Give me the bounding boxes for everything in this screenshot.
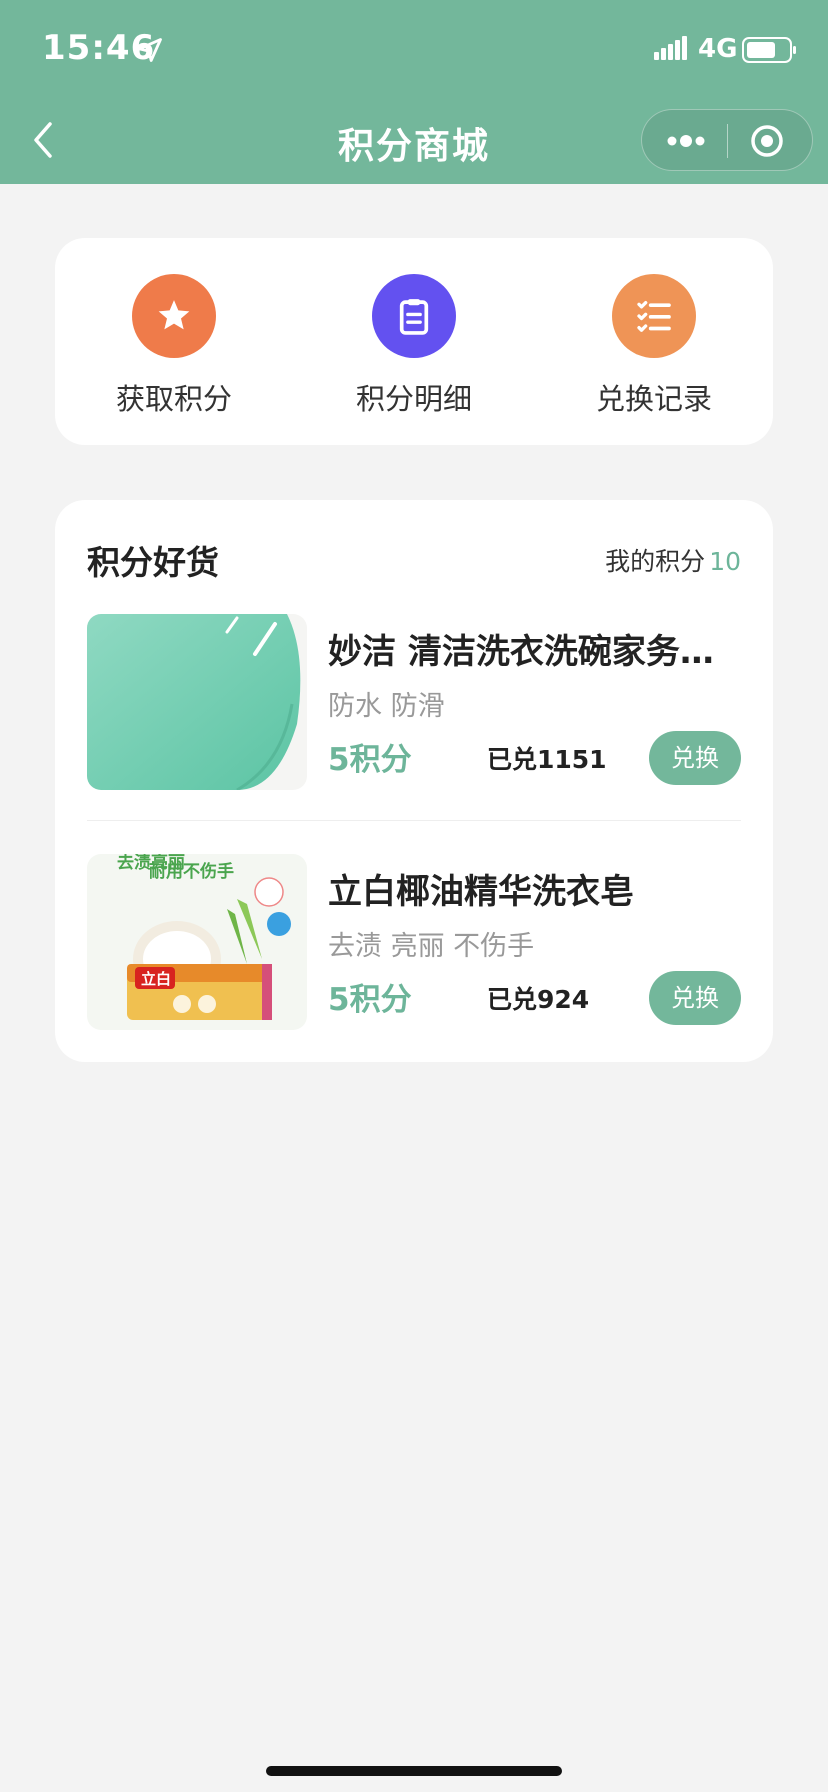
product-price: 5积分 [328,982,412,1018]
network-label: 4G [698,34,738,64]
signal-icon [654,36,687,60]
quick-actions-card: 获取积分 积分明细 兑换记录 [55,238,773,445]
product-name: 立白椰油精华洗衣皂 [328,872,634,912]
my-points-value: 10 [709,547,741,576]
action-points-detail[interactable]: 积分明细 [314,274,514,418]
exchange-button[interactable]: 兑换 [649,971,741,1025]
product-tags: 防水 防滑 [328,691,445,722]
product-price: 5积分 [328,742,412,778]
product-sold-count: 已兑1151 [487,745,607,774]
checklist-icon [612,274,696,358]
section-title: 积分好货 [87,543,219,582]
battery-icon [742,37,796,63]
product-image-gloves [87,614,307,790]
soap-image-slogan: 耐用不伤手 [149,861,234,882]
miniprogram-capsule [641,109,813,171]
product-tags: 去渍 亮丽 不伤手 [328,931,535,962]
item-divider [87,820,741,821]
close-target-icon[interactable] [749,123,785,159]
action-get-points[interactable]: 获取积分 [74,274,274,418]
action-exchange-records[interactable]: 兑换记录 [554,274,754,418]
my-points-label: 我的积分 [605,547,706,576]
my-points[interactable]: 我的积分 10 [605,542,741,578]
top-header: 15:46 4G 积分商城 [0,0,828,184]
clipboard-icon [372,274,456,358]
product-name: 妙洁 清洁洗衣洗碗家务… [328,632,714,672]
more-dots-icon[interactable] [664,127,708,155]
location-arrow-icon [138,38,162,62]
home-indicator [266,1766,562,1776]
soap-image-brand: 立白 [141,970,171,988]
status-bar: 15:46 4G [0,0,828,100]
points-goods-card: 积分好货 我的积分 10 妙洁 清洁洗衣洗碗家务… 防水 防滑 5积分 已兑11… [55,500,773,1062]
goods-item[interactable]: 去渍亮丽 耐用不伤手 立白 立白椰油精华洗衣皂 去渍 亮丽 不伤手 5积分 已兑… [87,854,741,1034]
capsule-divider [727,124,728,158]
action-label: 获取积分 [115,382,232,416]
action-label: 兑换记录 [595,382,712,416]
action-label: 积分明细 [355,382,472,416]
star-icon [132,274,216,358]
product-image-soap: 去渍亮丽 耐用不伤手 立白 [87,854,307,1030]
exchange-button[interactable]: 兑换 [649,731,741,785]
product-sold-count: 已兑924 [487,985,590,1014]
goods-item[interactable]: 妙洁 清洁洗衣洗碗家务… 防水 防滑 5积分 已兑1151 兑换 [87,614,741,794]
